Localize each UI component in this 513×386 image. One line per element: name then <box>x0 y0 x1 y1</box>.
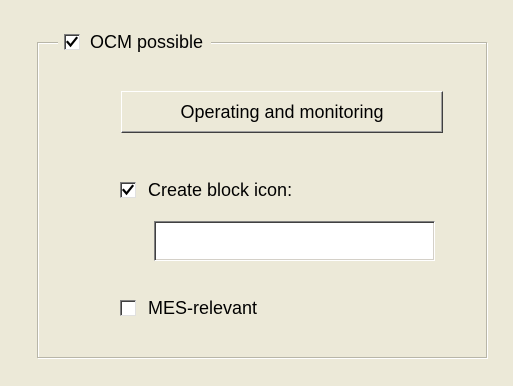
create-block-icon-row: Create block icon: <box>120 180 292 200</box>
ocm-possible-label[interactable]: OCM possible <box>90 32 203 52</box>
mes-relevant-label[interactable]: MES-relevant <box>148 298 257 318</box>
operating-and-monitoring-button[interactable]: Operating and monitoring <box>121 91 443 133</box>
ocm-possible-legend: OCM possible <box>58 26 212 58</box>
mes-relevant-row: MES-relevant <box>120 298 257 318</box>
check-mark-icon <box>122 184 134 196</box>
mes-relevant-checkbox[interactable] <box>120 300 136 316</box>
check-mark-icon <box>66 36 78 48</box>
create-block-icon-label[interactable]: Create block icon: <box>148 180 292 200</box>
ocm-groupbox <box>37 42 487 358</box>
create-block-icon-checkbox[interactable] <box>120 182 136 198</box>
block-icon-input[interactable] <box>154 221 435 261</box>
ocm-possible-checkbox[interactable] <box>64 34 80 50</box>
